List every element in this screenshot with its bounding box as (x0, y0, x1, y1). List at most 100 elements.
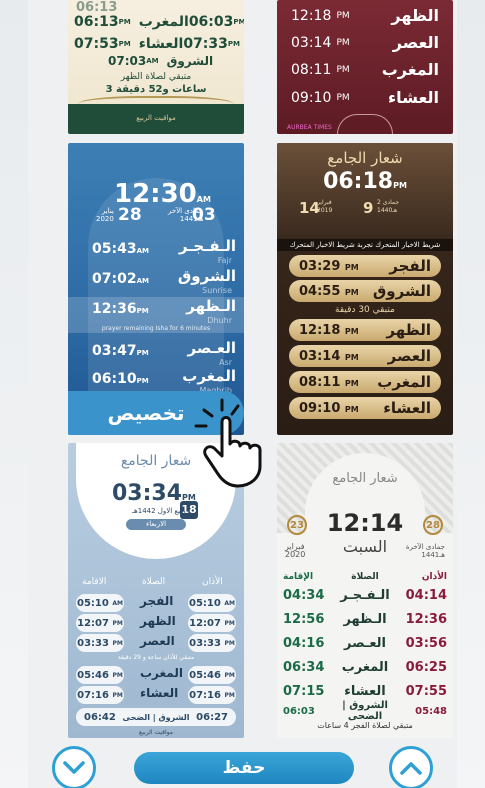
ampm: PM (118, 40, 131, 48)
template-card-green[interactable]: 06:13 06:13 PM المغرب 06:03 PM 07:53 PM الع… (68, 0, 244, 134)
hijri-day: 03 (192, 205, 216, 225)
adhan-time: 12:36 (405, 611, 447, 627)
scroll-down-button[interactable] (52, 746, 96, 788)
adhan-time: 07:16 PM (188, 686, 236, 704)
iqama-time: 07:15 (283, 683, 325, 699)
header-prayer: الصلاة (142, 577, 166, 587)
ampm: PM (227, 40, 240, 48)
prayer-name: الظهر (386, 321, 431, 339)
time: 03:29 (299, 258, 341, 274)
iqama-time: 05:46 PM (76, 666, 124, 684)
hijri-year: 1441هـ (421, 551, 445, 559)
iqama-time: 04:16 (283, 635, 325, 651)
time: 12:18 (299, 322, 341, 338)
time: 08:11 (291, 61, 332, 78)
chevron-down-icon (63, 761, 85, 774)
template-card-white[interactable]: شعار الجامع 23 28 12:14 السبت فبراير 202… (277, 443, 453, 738)
clock: 06:18PM (277, 169, 453, 194)
header-iqama: الاقامة (82, 577, 107, 587)
prayer-row: 09:10 PM العشاء (291, 88, 439, 107)
ampm: PM (344, 378, 359, 388)
ornament-decoration (337, 114, 393, 134)
greg-year: 2020 (96, 215, 114, 223)
time: 07:53 (74, 36, 119, 52)
ampm: PM (336, 37, 350, 48)
prayer-row: 08:11 PM المغرب (289, 371, 441, 393)
prayer-name-en: Fajr (217, 256, 232, 265)
prayer-name: المغرب (138, 14, 189, 30)
adhan-time: 12:07 PM (188, 614, 236, 632)
adhan-time: 05:10 AM (188, 594, 236, 612)
sunrise-time: 07:03 (108, 54, 147, 68)
save-button[interactable]: حفظ (134, 752, 354, 784)
mosque-logo: شعار الجامع (332, 471, 398, 486)
sunrise-duha-label: الشروق | الضحى (342, 700, 388, 722)
prayer-name: العشاء (140, 686, 179, 700)
sunrise-duha-label: الشروق | الضحى (122, 712, 190, 722)
prayer-row: 03:14 PM العصر (289, 345, 441, 367)
adhan-time: 03:33 PM (188, 634, 236, 652)
ampm: PM (224, 691, 235, 699)
greg-day: 28 (118, 205, 142, 225)
prayer-row: 04:55 PM الشروق (289, 280, 441, 302)
prayer-name: الـفـجـر (340, 587, 390, 603)
iqama-time: 04:34 (283, 587, 325, 603)
ampm: PM (112, 671, 123, 679)
hijri-date: جمادى الآخرة 1441هـ (406, 543, 445, 559)
partial-row: 06:13 (76, 0, 236, 15)
duha-time: 06:42 (84, 711, 116, 723)
time: 05:10 (189, 597, 221, 609)
greg-year: 2020 (285, 550, 306, 559)
prayer-row: 04:34 الـفـجـر 04:14 (283, 585, 447, 605)
ampm: AM (136, 277, 149, 285)
prayer-name: الشروق (372, 282, 431, 300)
adhan-time: 07:55 (405, 683, 447, 699)
prayer-name: الفجر (140, 594, 174, 608)
prayer-name: العشاء (138, 36, 184, 52)
ampm: PM (112, 691, 123, 699)
hijri-month: جمادى 2 (377, 199, 400, 206)
prayer-name: المغرب (341, 659, 389, 675)
prayer-row: 12:18 PM الظهر (291, 6, 439, 25)
ampm: PM (136, 349, 149, 357)
adhan-time: 06:25 (405, 659, 447, 675)
table-header: الإقامة الصلاة الأذان (283, 567, 447, 587)
remaining-text: متبقي للأذان ساعة و 29 دقيقة (117, 654, 195, 661)
clock-time: 03:34 (112, 481, 183, 506)
template-grid[interactable]: 06:13 06:13 PM المغرب 06:03 PM 07:53 PM الع… (0, 0, 485, 740)
hijri-date: جمادى 2 1440هـ (377, 199, 399, 215)
partial-time: 06:13 (76, 0, 118, 15)
ampm: AM (224, 599, 235, 607)
prayer-row: 08:11 PM المغرب (291, 60, 439, 79)
prayer-name: المغرب (377, 373, 431, 391)
card-header: شعار الجامع 06:18PM 14 فبراير 2019 9 جما… (277, 143, 453, 238)
countdown-text: متبقي لصلاة الفجر 4 ساعات (317, 721, 413, 730)
news-ticker: شريط الاخبار المتحرك تجربة شريط الاخبار … (277, 239, 453, 251)
greg-date: يناير 2020 (96, 207, 114, 223)
iqama-time: 12:07 PM (76, 614, 124, 632)
mosque-logo: شعار الجامع (327, 149, 403, 167)
prayer-name: العصر (387, 347, 431, 365)
prayer-name-en: Sunrise (202, 286, 232, 295)
prayer-name: المغرب (140, 666, 183, 680)
prayer-row: 03:14 PM العصر (291, 33, 439, 52)
clock: 12:14 (326, 509, 404, 537)
template-card-maroon[interactable]: 12:18 PM الظهر 03:14 PM العصر 08:11 PM ا… (277, 0, 453, 134)
ampm: PM (112, 639, 123, 647)
clock-ampm: AM (196, 195, 211, 204)
time: 07:33 (183, 36, 228, 52)
header-iqama: الإقامة (283, 572, 314, 582)
time: 12:07 (189, 617, 221, 629)
card-footer: مواقيت الربيع (136, 114, 176, 122)
prayer-name: المغرب (381, 60, 439, 79)
scroll-up-button[interactable] (389, 746, 433, 788)
prayer-name: العشاء (388, 88, 439, 107)
template-card-brown[interactable]: شعار الجامع 06:18PM 14 فبراير 2019 9 جما… (277, 143, 453, 435)
hijri-year: 1440هـ (377, 207, 398, 214)
ampm: PM (233, 18, 244, 26)
countdown-line2: 3 ساعات و52 دقيقة (105, 84, 207, 95)
prayer-row: 12:56 الـظهر 12:36 (283, 609, 447, 629)
clock-time: 06:18 (323, 169, 394, 194)
prayer-name: الفجر (389, 257, 431, 275)
time: 12:36 (92, 301, 137, 317)
